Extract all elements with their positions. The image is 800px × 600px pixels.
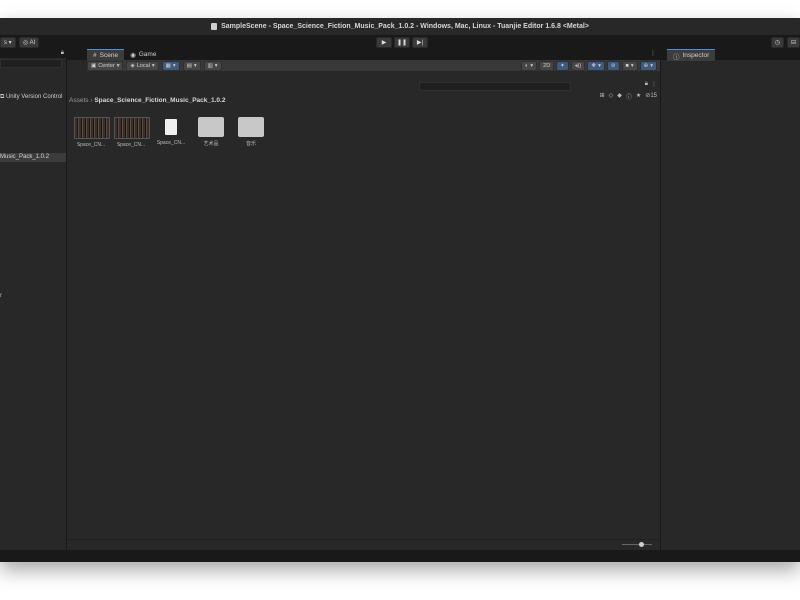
folder-icon <box>198 117 224 137</box>
breadcrumb-current[interactable]: Space_Science_Fiction_Music_Pack_1.0.2 <box>94 97 225 104</box>
lighting-toggle[interactable]: ✦ <box>556 61 569 71</box>
history-button[interactable]: ◷ <box>770 37 784 48</box>
play-controls: ▶ ❚❚ ▶| <box>376 37 428 48</box>
layout-icon: ⊟ <box>790 40 796 46</box>
step-button[interactable]: ▶| <box>412 37 428 48</box>
window-title: SampleScene - Space_Science_Fiction_Musi… <box>221 23 589 30</box>
main-toolbar: s ▾ ◎ AI ▶ ❚❚ ▶| ◷ ⊟ <box>0 35 800 49</box>
version-control-icon: ⧉ <box>0 94 5 100</box>
camera-dropdown[interactable]: ■ ▾ <box>621 61 638 71</box>
tree-header: 🔒︎ <box>0 49 66 58</box>
play-button[interactable]: ▶ <box>376 37 392 48</box>
asset-item[interactable]: Space_CN... <box>114 117 150 148</box>
file-icon <box>165 119 177 135</box>
asset-item[interactable]: 艺术品 <box>194 117 228 148</box>
scene-toolbar: ▣ Center ▾ ◈ Local ▾ ▦ ▾ ▤ ▾ ▥ ▾ ◐ ▾ 2D ✦ … <box>87 60 660 71</box>
grid-icon: ▦ <box>165 62 171 69</box>
ai-button[interactable]: ◎ AI <box>18 37 40 48</box>
audio-toggle[interactable]: ◂)) <box>570 61 586 71</box>
gizmos-icon: ⊕ <box>643 63 649 69</box>
mode-2d-button[interactable]: 2D <box>539 61 555 71</box>
inspector-panel: ⓘ Inspector <box>661 49 800 550</box>
main-area: # Scene ◉ Game ⋮ ▣ Center ▾ ◈ Local ▾ ▦ ▾ ▤ … <box>67 49 660 551</box>
tag-icon[interactable]: ◆ <box>617 92 622 101</box>
grid-snap-dropdown[interactable]: ▦ ▾ <box>161 60 180 71</box>
document-icon <box>211 23 218 30</box>
audio-icon: ◂)) <box>574 63 582 69</box>
ai-icon: ◎ <box>22 40 30 46</box>
history-icon: ◷ <box>774 40 780 46</box>
icon-size-slider[interactable] <box>622 544 652 545</box>
render-icon: ▥ <box>207 62 213 69</box>
asset-grid: Space_CN... Space_CN... Space_CN... 艺术品 … <box>74 117 268 148</box>
snap-increment-dropdown[interactable]: ▤ ▾ <box>182 60 201 71</box>
effects-dropdown[interactable]: ❖ ▾ <box>587 61 605 71</box>
asset-item[interactable]: Space_CN... <box>74 117 110 148</box>
audio-waveform-icon <box>74 117 110 139</box>
more-options-icon[interactable]: ⋮ <box>650 50 656 57</box>
asset-item[interactable]: Space_CN... <box>154 117 188 148</box>
asset-item[interactable]: 音乐 <box>234 117 268 148</box>
icon-size-slider-handle[interactable] <box>639 542 644 547</box>
tree-search-input[interactable] <box>0 59 62 68</box>
render-dropdown[interactable]: ▥ ▾ <box>203 60 222 71</box>
editor-window: SampleScene - Space_Science_Fiction_Musi… <box>0 18 800 562</box>
project-tree-panel: 🔒︎ ⧉ Unity Version Control Music_Pack_1.… <box>0 49 66 550</box>
lock-icon[interactable]: 🔒︎ <box>61 50 64 57</box>
effects-icon: ❖ <box>591 63 597 69</box>
layout-button[interactable]: ⊟ <box>786 37 800 48</box>
pause-button[interactable]: ❚❚ <box>394 37 410 48</box>
account-dropdown[interactable]: s ▾ <box>0 37 16 48</box>
light-bulb-icon: ✦ <box>560 63 565 69</box>
project-search-input[interactable] <box>419 82 571 91</box>
search-by-type-icon[interactable]: ⊞ <box>600 92 605 101</box>
draw-mode-icon: ◐ <box>525 63 529 69</box>
tab-inspector[interactable]: ⓘ Inspector <box>667 49 716 61</box>
space-dropdown[interactable]: ◈ Local ▾ <box>126 60 159 71</box>
status-bar <box>0 550 800 562</box>
pivot-icon: ▣ <box>91 62 97 69</box>
breadcrumb: Assets › Space_Science_Fiction_Music_Pac… <box>69 97 225 104</box>
project-filter-bar: ⊞ ◇ ◆ ⓘ ★ ⊘15 <box>600 92 657 101</box>
draw-mode-dropdown[interactable]: ◐ ▾ <box>521 61 538 71</box>
lock-icon[interactable]: 🔒︎ <box>645 81 648 88</box>
cube-icon: ◈ <box>130 62 135 69</box>
favorite-star-icon[interactable]: ★ <box>636 92 641 101</box>
visibility-toggle[interactable]: ⊘ <box>606 61 620 71</box>
gizmos-dropdown[interactable]: ⊕ ▾ <box>639 61 657 71</box>
hidden-count[interactable]: ⊘15 <box>645 92 657 101</box>
info-icon[interactable]: ⓘ <box>626 92 632 101</box>
scene-tabs: # Scene ◉ Game <box>87 49 163 61</box>
project-topbar: 🔒︎ ⋮ <box>67 80 660 92</box>
hidden-eye-icon: ⊘ <box>610 63 616 69</box>
search-by-label-icon[interactable]: ◇ <box>609 92 614 101</box>
tree-side-text: r <box>0 293 2 299</box>
tab-game[interactable]: ◉ Game <box>124 49 162 60</box>
snap-icon: ▤ <box>186 62 192 69</box>
gamepad-icon: ◉ <box>130 51 136 59</box>
audio-waveform-icon <box>114 117 150 139</box>
pivot-dropdown[interactable]: ▣ Center ▾ <box>87 60 124 71</box>
folder-icon <box>238 117 264 137</box>
camera-icon: ■ <box>625 63 629 69</box>
scene-icon: # <box>93 52 97 59</box>
version-control-label[interactable]: ⧉ Unity Version Control <box>0 94 62 101</box>
title-bar: SampleScene - Space_Science_Fiction_Musi… <box>0 18 800 35</box>
more-options-icon[interactable]: ⋮ <box>651 81 657 88</box>
info-icon: ⓘ <box>673 53 680 61</box>
project-panel: 🔒︎ ⋮ ⊞ ◇ ◆ ⓘ ★ ⊘15 Assets › Space_Scienc… <box>67 80 660 551</box>
tree-item-selected-folder[interactable]: Music_Pack_1.0.2 <box>0 153 66 162</box>
breadcrumb-root[interactable]: Assets <box>69 97 89 104</box>
